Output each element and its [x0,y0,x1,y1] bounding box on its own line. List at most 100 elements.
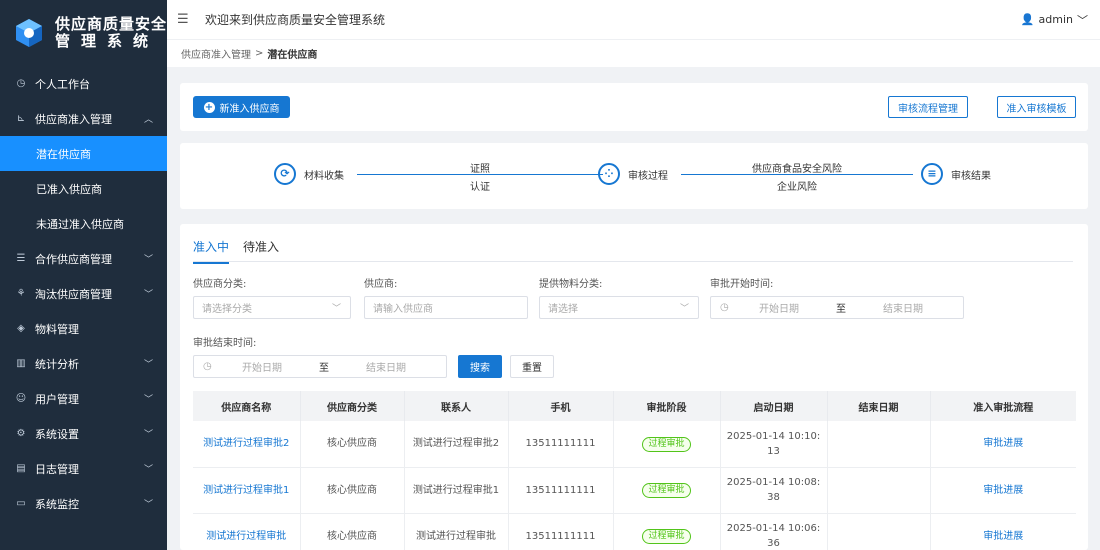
breadcrumb-current: 潜在供应商 [267,50,318,61]
sidebar-item-cooperative-suppliers[interactable]: ☰ 合作供应商管理 ﹀ [0,241,167,276]
contact-name: 测试进行过程审批2 [404,421,509,468]
audit-template-button[interactable]: 准入审核模板 [997,96,1076,118]
sidebar: 供应商质量安全 管理系统 ◷ 个人工作台 ⊾ 供应商准入管理 ︿ 潜在供应商 已… [0,0,167,550]
logo-title-line1: 供应商质量安全 [55,15,168,33]
end-date-placeholder[interactable]: 结束日期 [856,300,950,315]
sidebar-item-materials[interactable]: ◈ 物料管理 [0,311,167,346]
range-separator: 至 [836,304,846,315]
category-select[interactable]: 请选择分类 ﹀ [193,296,351,319]
step-label: 审核结果 [951,170,991,182]
sidebar-item-label: 合作供应商管理 [35,252,112,266]
category-label: 供应商分类: [193,279,247,290]
chevron-up-icon: ︿ [143,115,153,125]
logo-icon [13,17,45,49]
table-row: 测试进行过程审批1 核心供应商 测试进行过程审批1 13511111111 过程… [193,467,1076,514]
approval-end-range[interactable]: ◷ 开始日期 至 结束日期 [193,355,447,378]
sidebar-item-eliminated-suppliers[interactable]: ⚘ 淘汰供应商管理 ﹀ [0,276,167,311]
supplier-label: 供应商: [364,279,398,290]
step-review-process: ⁘ 审核过程 [598,163,668,185]
approval-stage-cell: 过程审批 [613,513,721,550]
end-date [827,421,931,468]
reset-button[interactable]: 重置 [510,355,554,378]
audit-flow-button[interactable]: 审核流程管理 [888,96,968,118]
sidebar-item-logs[interactable]: ▤ 日志管理 ﹀ [0,451,167,486]
supplier-input[interactable]: 请输入供应商 [364,296,528,319]
tabs-divider [193,261,1073,262]
breadcrumb-separator: > [255,48,264,59]
chevron-down-icon: ﹀ [143,430,153,440]
end-date-placeholder[interactable]: 结束日期 [339,359,433,374]
hamburger-icon[interactable]: ☰ [177,12,189,27]
column-header: 准入审批流程 [930,391,1076,421]
chevron-down-icon: ﹀ [143,255,153,265]
clock-icon: ◷ [203,361,212,372]
approval-stage-cell: 过程审批 [613,421,721,468]
approval-progress-link[interactable]: 审批进展 [930,513,1076,550]
chart-icon: ⊾ [16,112,26,124]
start-date-placeholder[interactable]: 开始日期 [215,359,309,374]
start-date-cell: 2025-01-14 10:06: 36 [720,513,828,550]
supplier-category: 核心供应商 [300,467,405,514]
top-header: ☰ 欢迎来到供应商质量安全管理系统 👤 admin ﹀ [167,0,1100,40]
welcome-text: 欢迎来到供应商质量安全管理系统 [205,13,386,27]
sidebar-item-label: 统计分析 [35,357,79,371]
approval-progress-link[interactable]: 审批进展 [930,467,1076,514]
plus-icon: + [203,101,215,113]
clock-icon: ◷ [720,302,729,313]
start-date-line2: 13 [767,445,780,457]
search-button[interactable]: 搜索 [458,355,502,378]
add-supplier-button[interactable]: + 新准入供应商 [193,96,290,118]
connector-1-bottom-label: 认证 [470,182,490,193]
step-review-result: ≡ 审核结果 [921,163,991,185]
sidebar-item-supplier-admission[interactable]: ⊾ 供应商准入管理 ︿ [0,101,167,136]
approval-start-range[interactable]: ◷ 开始日期 至 结束日期 [710,296,964,319]
chevron-down-icon: ﹀ [331,304,341,314]
bar-chart-icon: ▥ [16,357,26,369]
start-date-line1: 2025-01-14 10:10: [726,430,821,442]
phone: 13511111111 [508,421,614,468]
start-date-line2: 36 [767,538,780,549]
approval-progress-link[interactable]: 审批进展 [930,421,1076,468]
sidebar-subitem-rejected-suppliers[interactable]: 未通过准入供应商 [0,206,167,241]
material-category-label: 提供物料分类: [539,279,603,290]
sidebar-item-monitoring[interactable]: ▭ 系统监控 ﹀ [0,486,167,521]
approval-start-label: 审批开始时间: [710,279,774,290]
document-icon: ▤ [16,462,26,474]
supplier-name-link[interactable]: 测试进行过程审批2 [193,421,301,468]
sidebar-item-settings[interactable]: ⚙ 系统设置 ﹀ [0,416,167,451]
table-row: 测试进行过程审批2 核心供应商 测试进行过程审批2 13511111111 过程… [193,421,1076,468]
result-list-icon: ≡ [921,163,943,185]
material-category-select[interactable]: 请选择 ﹀ [539,296,699,319]
sidebar-item-users[interactable]: ☺ 用户管理 ﹀ [0,381,167,416]
logo-title-line2: 管理系统 [55,32,160,50]
sidebar-item-statistics[interactable]: ▥ 统计分析 ﹀ [0,346,167,381]
sidebar-subitem-potential-suppliers[interactable]: 潜在供应商 [0,136,167,171]
table-row: 测试进行过程审批 核心供应商 测试进行过程审批 13511111111 过程审批… [193,513,1076,550]
supplier-table: 供应商名称 供应商分类 联系人 手机 审批阶段 启动日期 结束日期 准入审批流程… [193,391,1076,550]
add-supplier-label: 新准入供应商 [219,103,280,115]
user-menu[interactable]: 👤 admin ﹀ [1021,12,1088,28]
sidebar-menu: ◷ 个人工作台 ⊾ 供应商准入管理 ︿ 潜在供应商 已准入供应商 未通过准入供应… [0,66,167,521]
start-date-placeholder[interactable]: 开始日期 [732,300,826,315]
sidebar-item-workbench[interactable]: ◷ 个人工作台 [0,66,167,101]
breadcrumb-parent[interactable]: 供应商准入管理 [181,46,251,61]
sidebar-item-label: 日志管理 [35,462,79,476]
list-icon: ☰ [16,252,26,264]
chevron-down-icon: ﹀ [679,304,689,314]
sidebar-item-label: 系统监控 [35,497,79,511]
supplier-name-link[interactable]: 测试进行过程审批 [193,513,301,550]
range-separator: 至 [319,363,329,374]
supplier-category: 核心供应商 [300,513,405,550]
trash-icon: ⚘ [16,287,26,299]
start-date-line1: 2025-01-14 10:08: [726,477,821,488]
monitor-icon: ▭ [16,497,26,509]
sidebar-subitem-admitted-suppliers[interactable]: 已准入供应商 [0,171,167,206]
column-header: 供应商分类 [300,391,405,421]
category-placeholder: 请选择分类 [202,304,252,315]
user-name: admin [1038,13,1073,26]
approval-stage-cell: 过程审批 [613,467,721,514]
sidebar-item-label: 物料管理 [35,322,79,336]
supplier-name-link[interactable]: 测试进行过程审批1 [193,467,301,514]
sidebar-item-label: 系统设置 [35,427,79,441]
gear-icon: ⚙ [16,427,26,439]
